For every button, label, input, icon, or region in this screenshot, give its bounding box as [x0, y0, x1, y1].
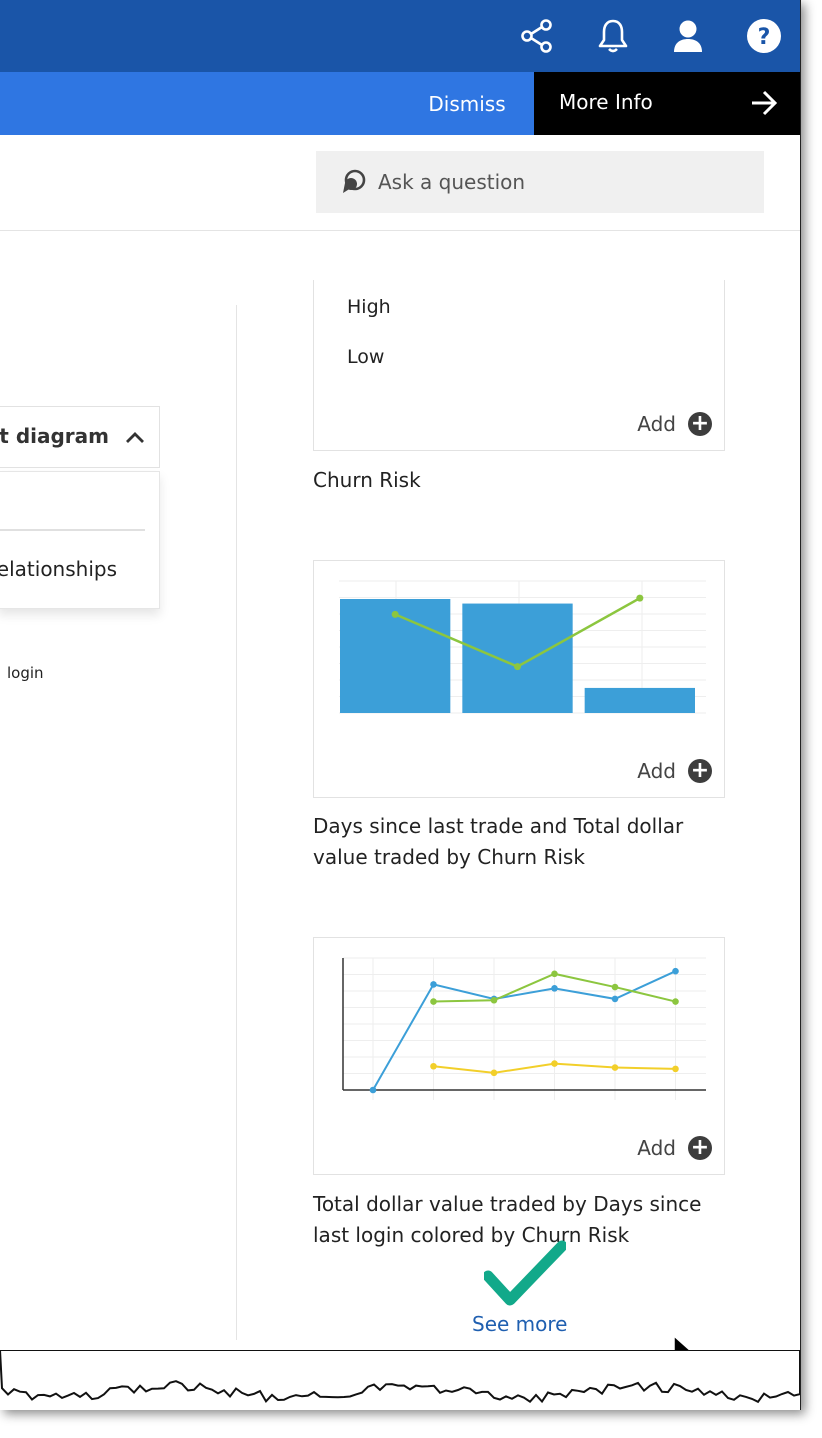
data-point: [611, 983, 619, 991]
data-point: [672, 967, 679, 975]
data-point: [551, 985, 558, 992]
add-button[interactable]: Add +: [637, 759, 712, 783]
data-point: [490, 1069, 498, 1077]
user-icon[interactable]: [668, 16, 708, 56]
data-point: [391, 610, 399, 618]
menu-separator: [0, 529, 145, 531]
churn-risk-card: High Low Add +: [313, 280, 725, 451]
series-line: [372, 970, 676, 1091]
data-point: [430, 981, 437, 988]
option-low: Low: [347, 346, 385, 368]
svg-text:?: ?: [758, 25, 771, 50]
data-point: [551, 1060, 558, 1067]
add-button[interactable]: Add +: [637, 1136, 712, 1160]
data-point: [369, 1086, 377, 1094]
add-label: Add: [637, 759, 676, 783]
data-point: [672, 998, 679, 1005]
app-window: ? Dismiss More Info Ask a question it di…: [0, 0, 801, 1410]
data-point: [430, 1062, 437, 1070]
header-divider: [0, 230, 800, 231]
ask-question-input[interactable]: Ask a question: [316, 151, 764, 213]
dropdown-title: it diagram: [0, 424, 109, 448]
partial-text: login: [7, 664, 44, 682]
dropdown-menu: elationships: [0, 471, 160, 609]
bar: [584, 687, 695, 713]
dismiss-button[interactable]: Dismiss: [400, 72, 534, 135]
share-icon[interactable]: [517, 16, 557, 56]
panel-divider: [236, 305, 237, 1340]
arrow-right-icon: [750, 90, 778, 121]
search-placeholder: Ask a question: [378, 170, 526, 194]
bar-line-chart-card: Add +: [313, 560, 725, 798]
notification-bar: Dismiss More Info: [0, 72, 800, 135]
menu-item-relationships[interactable]: elationships: [0, 557, 117, 581]
data-point: [551, 970, 558, 978]
checkmark-icon: [484, 1240, 566, 1306]
bar: [462, 603, 573, 713]
help-icon[interactable]: ?: [744, 16, 784, 56]
data-point: [490, 996, 498, 1004]
data-point: [611, 995, 619, 1003]
data-point: [514, 663, 521, 671]
card-caption: Days since last trade and Total dollar v…: [313, 814, 684, 869]
data-point: [636, 594, 644, 602]
bell-icon[interactable]: [593, 16, 633, 56]
add-button[interactable]: Add +: [637, 412, 712, 436]
line-chart-card: Add +: [313, 937, 725, 1175]
more-info-label: More Info: [559, 90, 653, 114]
add-label: Add: [637, 1136, 676, 1160]
data-point: [672, 1065, 679, 1073]
top-navigation-bar: ?: [0, 0, 800, 72]
chat-bubble-icon: [340, 168, 368, 196]
data-point: [611, 1064, 619, 1071]
torn-edge-decoration: [0, 1350, 800, 1404]
dismiss-label: Dismiss: [428, 91, 506, 116]
see-more-link[interactable]: See more: [472, 1312, 567, 1336]
data-point: [430, 998, 437, 1005]
card-caption: Churn Risk: [313, 468, 421, 492]
more-info-button[interactable]: More Info: [534, 72, 800, 135]
bar-line-chart: [339, 580, 706, 714]
multi-line-chart: [342, 957, 706, 1100]
plus-circle-icon: +: [688, 1136, 712, 1160]
add-label: Add: [637, 412, 676, 436]
chevron-up-icon: [125, 429, 145, 448]
plus-circle-icon: +: [688, 759, 712, 783]
diagram-dropdown-toggle[interactable]: it diagram: [0, 406, 160, 468]
option-high: High: [347, 296, 391, 318]
plus-circle-icon: +: [688, 412, 712, 436]
